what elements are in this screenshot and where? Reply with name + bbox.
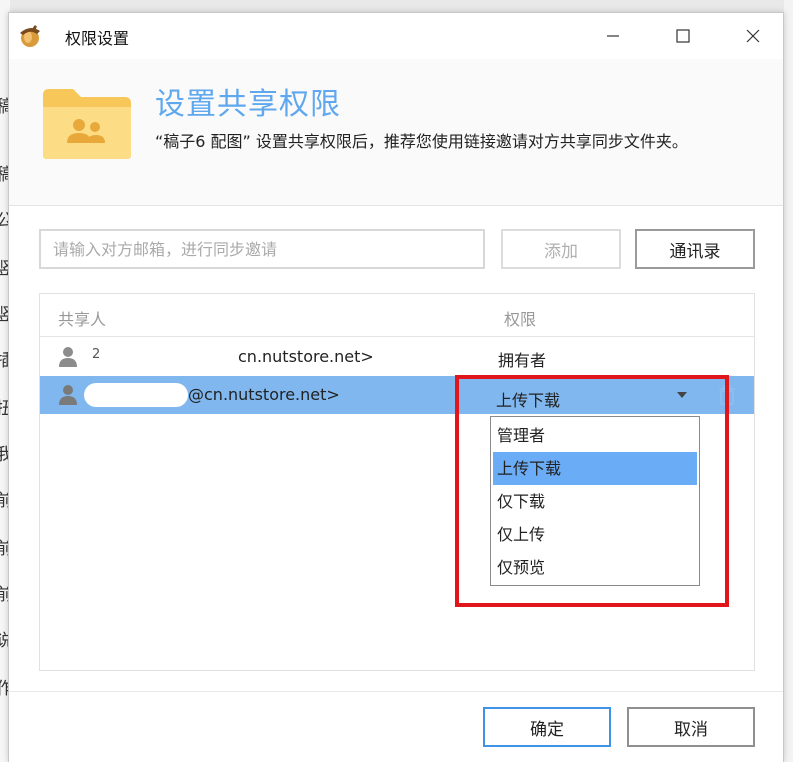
confirm-button[interactable]: 确定 (483, 707, 611, 747)
header-divider (40, 336, 754, 337)
window-title: 权限设置 (65, 29, 130, 48)
dialog-heading: 设置共享权限 (155, 87, 341, 122)
close-icon (746, 29, 760, 43)
contacts-button[interactable]: 通讯录 (635, 229, 755, 269)
redaction-blob (84, 383, 188, 407)
highlight-annotation-box (455, 375, 729, 607)
title-bar: 权限设置 (9, 13, 783, 59)
person-icon (59, 347, 77, 367)
footer-divider (9, 691, 783, 692)
dialog-header: 设置共享权限 “稿子6 配图” 设置共享权限后，推荐您使用链接邀请对方共享同步文… (9, 59, 783, 206)
cancel-button[interactable]: 取消 (627, 707, 755, 747)
table-row[interactable]: 2 cn.nutstore.net> 拥有者 (40, 338, 754, 376)
invite-email-input[interactable] (39, 229, 485, 269)
minimize-button[interactable] (591, 19, 635, 53)
add-button[interactable]: 添加 (501, 229, 621, 269)
background-window-right-edge (784, 0, 793, 762)
dialog-description: “稿子6 配图” 设置共享权限后，推荐您使用链接邀请对方共享同步文件夹。 (155, 132, 688, 151)
permission-settings-dialog: 权限设置 设置共享权限 “稿子6 配图” 设置共享权限后，推荐您使用链接邀请对方… (8, 12, 784, 762)
sharer-email: cn.nutstore.net> (238, 347, 374, 366)
permission-value: 拥有者 (498, 351, 547, 370)
person-icon (59, 385, 77, 405)
maximize-button[interactable] (661, 19, 705, 53)
column-header-sharer: 共享人 (58, 310, 107, 329)
minimize-icon (607, 35, 619, 37)
maximize-icon (676, 29, 690, 43)
column-header-permission: 权限 (504, 310, 537, 329)
sharer-email: @cn.nutstore.net> (188, 385, 340, 404)
redacted-mark: 2 (92, 347, 101, 362)
acorn-icon (20, 25, 40, 47)
close-button[interactable] (731, 19, 775, 53)
shared-folder-icon (43, 89, 131, 159)
